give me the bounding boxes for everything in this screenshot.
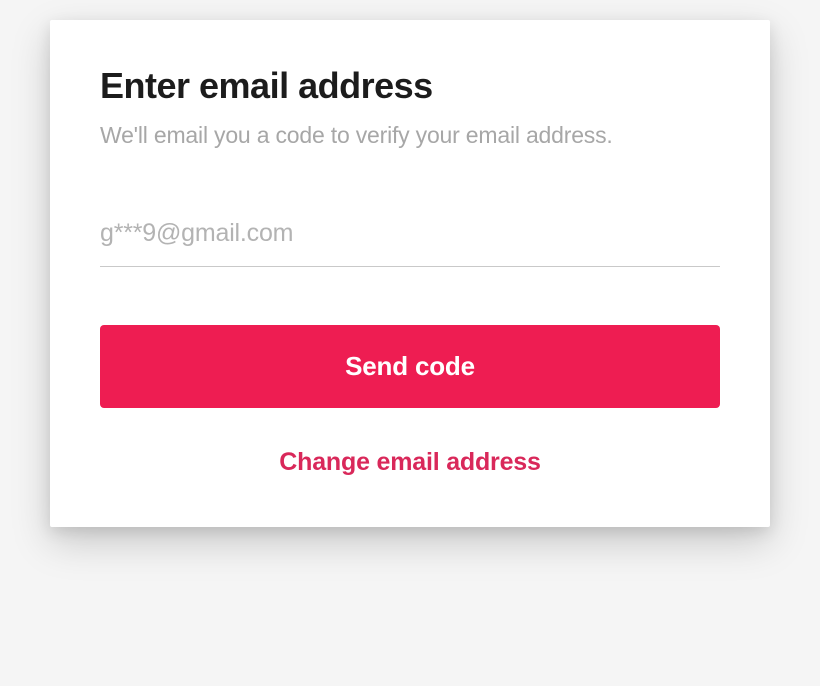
send-code-button[interactable]: Send code [100,325,720,408]
change-email-link[interactable]: Change email address [100,448,720,477]
email-verification-card: Enter email address We'll email you a co… [50,20,770,527]
dialog-subtitle: We'll email you a code to verify your em… [100,119,720,151]
email-input[interactable] [100,211,720,267]
dialog-title: Enter email address [100,65,720,107]
